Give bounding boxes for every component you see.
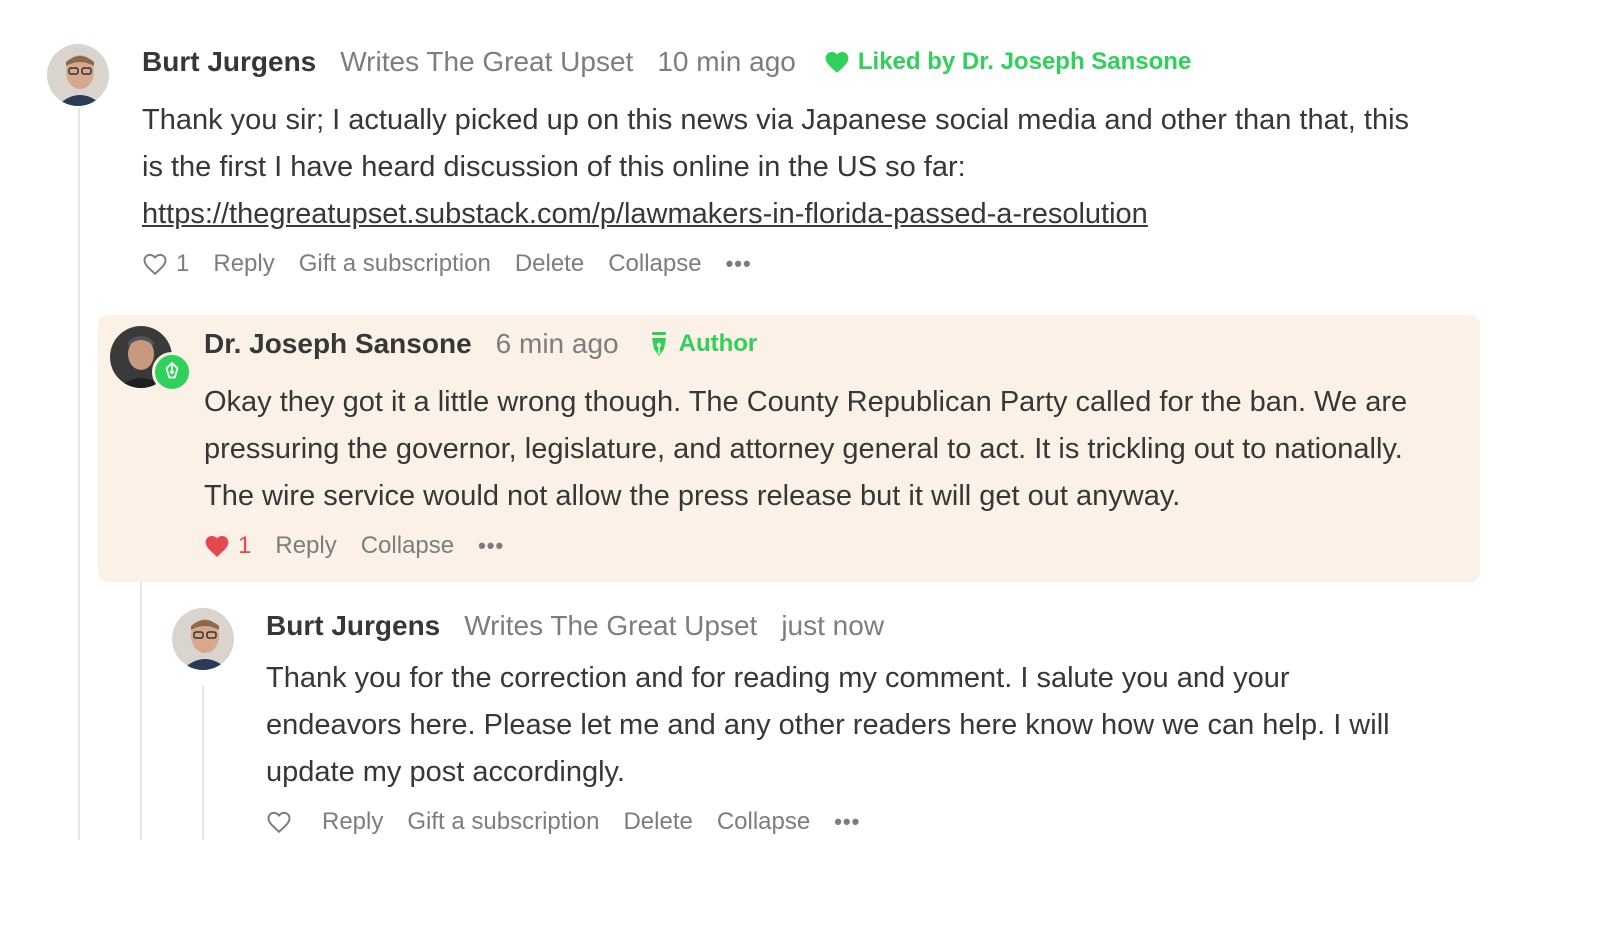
more-options-icon[interactable]: ••• [726,251,752,277]
reply-button[interactable]: Reply [275,532,336,560]
heart-filled-icon [825,52,849,73]
avatar-burt-jurgens[interactable] [47,44,109,106]
comment-line: endeavors here. Please let me and any ot… [266,709,1390,741]
more-options-icon[interactable]: ••• [478,533,504,559]
pen-nib-icon [651,332,666,356]
comment-header: Dr. Joseph Sansone 6 min ago Author [204,326,757,362]
reply-button[interactable]: Reply [213,250,274,278]
comment-body: Thank you sir; I actually picked up on t… [142,97,1472,238]
timestamp[interactable]: 6 min ago [496,326,619,362]
collapse-button[interactable]: Collapse [361,532,454,560]
liked-by-badge: Liked by Dr. Joseph Sansone [824,44,1191,80]
comment-header: Burt Jurgens Writes The Great Upset just… [266,608,884,644]
comment-actions: Reply Gift a subscription Delete Collaps… [266,808,860,836]
comment-line: The wire service would not allow the pre… [204,480,1181,512]
gift-subscription-button[interactable]: Gift a subscription [407,808,599,836]
gift-subscription-button[interactable]: Gift a subscription [299,250,491,278]
reply-button[interactable]: Reply [322,808,383,836]
timestamp[interactable]: 10 min ago [657,44,796,80]
comment-line: update my post accordingly. [266,756,625,788]
thread-line-level-1 [78,108,80,840]
comment-line: Okay they got it a little wrong though. … [204,386,1408,418]
collapse-button[interactable]: Collapse [717,808,810,836]
author-tag-text: Author [678,330,758,357]
heart-filled-icon [205,536,229,557]
author-badge-icon [152,352,192,392]
thread-line-level-3 [202,686,204,840]
comment-link[interactable]: https://thegreatupset.substack.com/p/law… [142,198,1148,230]
timestamp[interactable]: just now [781,608,884,644]
like-button[interactable]: 1 [204,532,251,560]
delete-button[interactable]: Delete [515,250,584,278]
comment-body: Okay they got it a little wrong though. … [204,379,1474,520]
comment-line: Thank you sir; I actually picked up on t… [142,104,1410,136]
author-name[interactable]: Dr. Joseph Sansone [204,326,472,362]
comment-line: Thank you for the correction and for rea… [266,662,1290,694]
comment-body: Thank you for the correction and for rea… [266,655,1476,796]
comment-actions: 1 Reply Gift a subscription Delete Colla… [142,250,752,278]
publication-label[interactable]: Writes The Great Upset [464,608,757,644]
comment-actions: 1 Reply Collapse ••• [204,532,504,560]
publication-label[interactable]: Writes The Great Upset [340,44,633,80]
comment-line: is the first I have heard discussion of … [142,151,966,183]
author-name[interactable]: Burt Jurgens [266,608,440,644]
avatar-burt-jurgens[interactable] [172,608,234,670]
comment-line: pressuring the governor, legislature, an… [204,433,1403,465]
heart-outline-icon [143,253,167,276]
comment-header: Burt Jurgens Writes The Great Upset 10 m… [142,44,1191,80]
author-name[interactable]: Burt Jurgens [142,44,316,80]
liked-by-text: Liked by Dr. Joseph Sansone [857,48,1192,75]
like-count: 1 [238,532,252,559]
like-button[interactable] [266,810,292,834]
author-tag: Author [649,326,758,362]
heart-outline-icon [267,811,291,834]
like-button[interactable]: 1 [142,250,189,278]
collapse-button[interactable]: Collapse [608,250,701,278]
delete-button[interactable]: Delete [623,808,692,836]
like-count: 1 [176,250,190,277]
more-options-icon[interactable]: ••• [834,809,860,835]
